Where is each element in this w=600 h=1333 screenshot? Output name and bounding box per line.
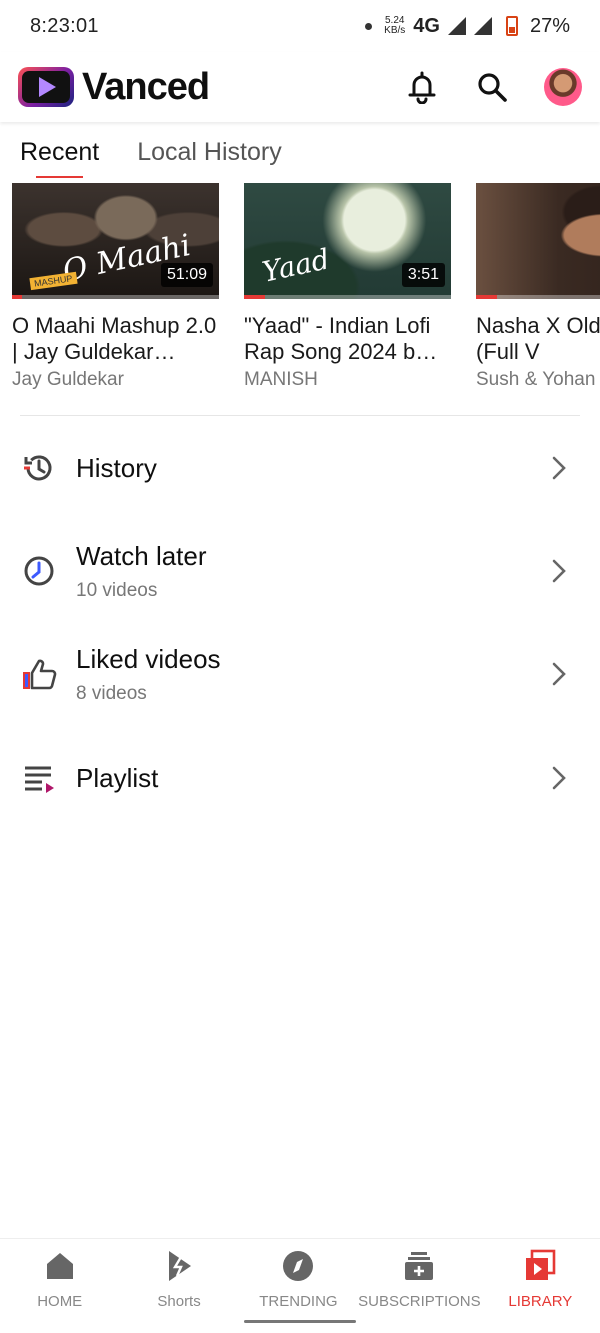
- watch-progress-bar: [244, 295, 265, 299]
- playlist-row[interactable]: Playlist: [0, 726, 600, 830]
- thumbnail-title-art: Yaad: [259, 242, 333, 289]
- watch-progress-track: [244, 295, 451, 299]
- library-list: History Watch later 10 videos Liked vide…: [0, 416, 600, 830]
- watch-progress-track: [12, 295, 219, 299]
- nav-home-label: HOME: [37, 1293, 83, 1310]
- trending-icon: [281, 1249, 315, 1283]
- net-speed: 5.24 KB/s: [384, 16, 405, 36]
- history-text: History: [76, 453, 544, 484]
- watch-progress-bar: [12, 295, 23, 299]
- library-icon: [523, 1249, 557, 1283]
- nav-library[interactable]: LIBRARY: [481, 1239, 600, 1333]
- liked-videos-text: Liked videos 8 videos: [76, 644, 544, 705]
- nav-shorts-label: Shorts: [157, 1293, 201, 1310]
- watch-later-label: Watch later: [76, 540, 207, 571]
- chevron-right-icon: [544, 763, 574, 793]
- playlist-label: Playlist: [76, 762, 159, 793]
- clock-icon: [20, 552, 58, 590]
- nav-home[interactable]: HOME: [0, 1239, 119, 1333]
- video-thumbnail[interactable]: [476, 183, 600, 299]
- subscriptions-icon: [402, 1249, 436, 1283]
- network-type: 4G: [413, 14, 440, 37]
- tab-local-history[interactable]: Local History: [137, 122, 282, 178]
- video-title[interactable]: "Yaad" - Indian Lofi Rap Song 2024 b…: [244, 313, 451, 365]
- chevron-right-icon: [544, 556, 574, 586]
- app-name: Vanced: [82, 65, 210, 108]
- video-card[interactable]: Yaad 3:51 "Yaad" - Indian Lofi Rap Song …: [244, 183, 451, 393]
- nav-subscriptions-label: SUBSCRIPTIONS: [358, 1293, 481, 1310]
- nav-shorts[interactable]: Shorts: [119, 1239, 238, 1333]
- history-label: History: [76, 452, 157, 483]
- status-indicators: 5.24 KB/s 4G 27%: [365, 15, 570, 38]
- video-duration: 3:51: [401, 263, 445, 287]
- playlist-text: Playlist: [76, 763, 544, 794]
- video-duration: 51:09: [160, 263, 213, 287]
- video-card[interactable]: O Maahi MASHUP 51:09 O Maahi Mashup 2.0 …: [12, 183, 219, 393]
- signal-icon: [447, 17, 466, 35]
- battery-icon: [505, 16, 518, 36]
- status-bar: 8:23:01 5.24 KB/s 4G 27%: [0, 0, 600, 52]
- video-thumbnail[interactable]: O Maahi MASHUP 51:09: [12, 183, 219, 299]
- account-avatar[interactable]: [544, 68, 582, 106]
- liked-videos-row[interactable]: Liked videos 8 videos: [0, 622, 600, 726]
- video-card[interactable]: Nasha X Old Road (Full V Sush & Yohan: [476, 183, 600, 393]
- nav-trending-label: TRENDING: [259, 1293, 338, 1310]
- video-channel: MANISH: [244, 369, 318, 390]
- history-row[interactable]: History: [0, 416, 600, 520]
- notification-dot-icon: [365, 22, 373, 30]
- bottom-navigation: HOME Shorts TRENDING SUBSCRIPTIONS LIBRA…: [0, 1238, 600, 1333]
- search-icon: [478, 73, 507, 102]
- home-indicator[interactable]: [244, 1320, 356, 1323]
- vanced-logo-icon: [18, 67, 74, 107]
- app-bar: Vanced: [0, 52, 600, 122]
- home-icon: [43, 1249, 77, 1283]
- net-speed-unit: KB/s: [384, 25, 406, 36]
- video-channel: Jay Guldekar: [12, 369, 124, 390]
- history-icon: [20, 449, 58, 487]
- nav-library-label: LIBRARY: [508, 1293, 573, 1310]
- nav-trending[interactable]: TRENDING: [239, 1239, 358, 1333]
- playlist-icon: [20, 759, 58, 797]
- notifications-button[interactable]: [404, 69, 440, 105]
- app-bar-actions: [404, 68, 582, 106]
- video-channel: Sush & Yohan: [476, 369, 596, 390]
- chevron-right-icon: [544, 453, 574, 483]
- watch-progress-bar: [476, 295, 497, 299]
- battery-percent: 27%: [529, 14, 570, 37]
- tab-recent[interactable]: Recent: [20, 122, 99, 178]
- app-logo[interactable]: Vanced: [18, 66, 404, 109]
- watch-later-row[interactable]: Watch later 10 videos: [0, 520, 600, 622]
- nav-subscriptions[interactable]: SUBSCRIPTIONS: [358, 1239, 481, 1333]
- search-button[interactable]: [474, 69, 510, 105]
- status-time: 8:23:01: [30, 14, 99, 37]
- library-tabs: Recent Local History: [0, 122, 600, 178]
- liked-videos-label: Liked videos: [76, 643, 221, 674]
- video-thumbnail[interactable]: Yaad 3:51: [244, 183, 451, 299]
- liked-videos-count: 8 videos: [76, 682, 147, 704]
- video-title[interactable]: Nasha X Old Road (Full V: [476, 313, 600, 365]
- thumbs-up-icon: [20, 655, 58, 693]
- video-title[interactable]: O Maahi Mashup 2.0 | Jay Guldekar…: [12, 313, 219, 365]
- signal-icon-2: [473, 17, 492, 35]
- shorts-icon: [162, 1249, 196, 1283]
- chevron-right-icon: [544, 659, 574, 689]
- bell-icon: [408, 71, 436, 104]
- watch-later-text: Watch later 10 videos: [76, 541, 544, 602]
- watch-later-count: 10 videos: [76, 579, 158, 601]
- recent-videos-carousel[interactable]: O Maahi MASHUP 51:09 O Maahi Mashup 2.0 …: [12, 183, 600, 393]
